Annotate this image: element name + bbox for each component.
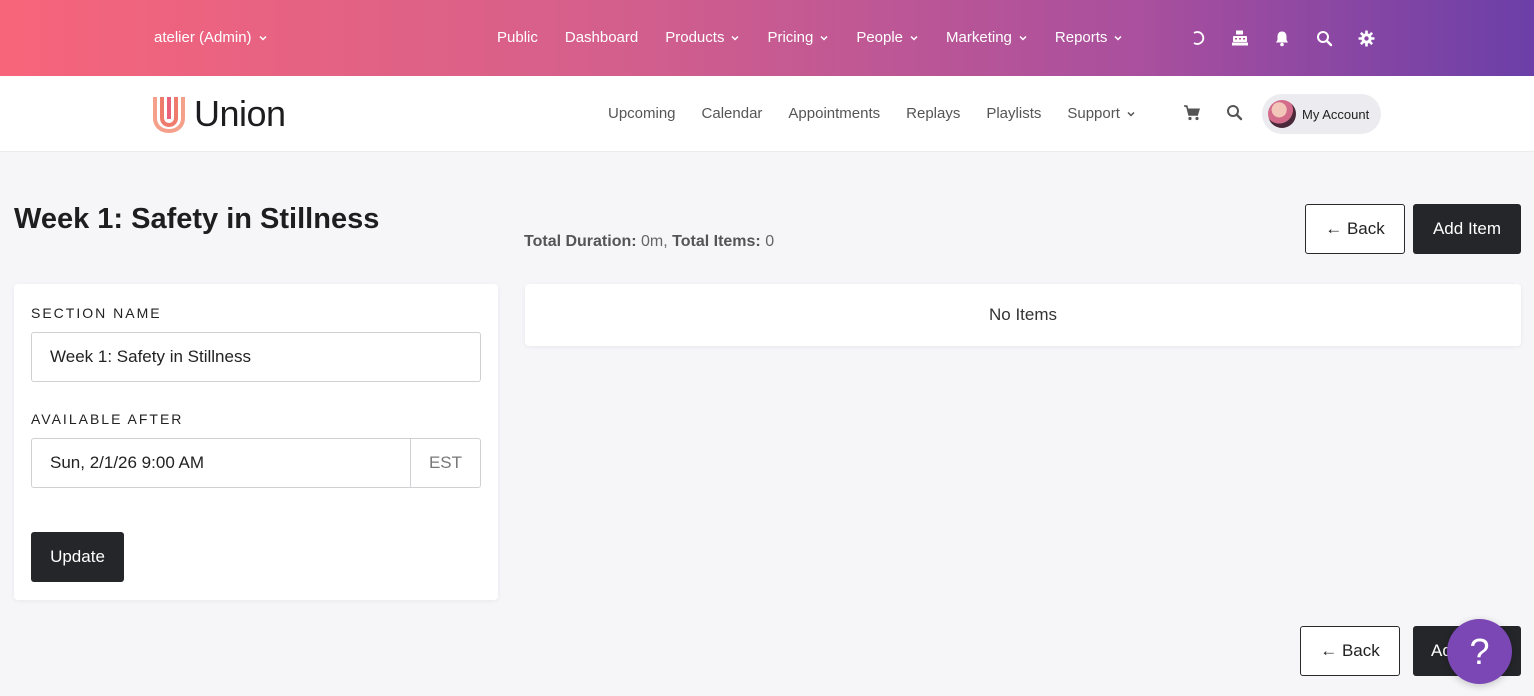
section-settings-card: SECTION NAME AVAILABLE AFTER EST Update <box>14 284 498 600</box>
site-nav-label: Replays <box>906 105 961 122</box>
admin-icon-group <box>1188 28 1398 48</box>
question-mark-icon: ? <box>1469 630 1490 672</box>
add-item-button[interactable]: Add Item <box>1413 204 1521 254</box>
chevron-down-icon <box>731 35 739 41</box>
refresh-icon[interactable] <box>1188 28 1208 48</box>
timezone-addon: EST <box>410 438 481 488</box>
gear-icon[interactable] <box>1356 28 1376 48</box>
site-nav: Upcoming Calendar Appointments Replays P… <box>608 105 1162 122</box>
admin-nav-label: Pricing <box>767 29 814 46</box>
back-button-bottom[interactable]: ← Back <box>1300 626 1400 676</box>
available-after-label: AVAILABLE AFTER <box>31 411 184 427</box>
search-icon[interactable] <box>1226 104 1246 124</box>
site-nav-calendar[interactable]: Calendar <box>702 105 763 122</box>
admin-nav-reports[interactable]: Reports <box>1055 29 1124 46</box>
available-after-input[interactable] <box>31 438 411 488</box>
admin-nav-people[interactable]: People <box>856 29 919 46</box>
admin-nav-label: Dashboard <box>564 29 639 46</box>
site-nav-upcoming[interactable]: Upcoming <box>608 105 676 122</box>
chevron-down-icon <box>259 35 267 41</box>
bell-icon[interactable] <box>1272 28 1292 48</box>
site-nav-playlists[interactable]: Playlists <box>986 105 1041 122</box>
chevron-down-icon <box>1114 35 1122 41</box>
admin-nav-products[interactable]: Products <box>665 29 740 46</box>
my-account-button[interactable]: My Account <box>1262 94 1381 134</box>
cash-register-icon[interactable] <box>1230 28 1250 48</box>
admin-top-bar: atelier (Admin) Public Dashboard Product… <box>0 0 1534 76</box>
total-duration-label: Total Duration: <box>524 233 637 250</box>
total-items-label: Total Items: <box>672 233 761 250</box>
my-account-label: My Account <box>1302 106 1370 122</box>
site-nav-label: Support <box>1067 105 1120 122</box>
site-switcher-label: atelier (Admin) <box>154 29 252 46</box>
site-nav-label: Appointments <box>788 105 881 122</box>
site-nav-label: Upcoming <box>608 105 676 122</box>
items-list-panel: No Items <box>525 284 1521 346</box>
chevron-down-icon <box>820 35 828 41</box>
admin-nav-label: Reports <box>1054 29 1108 46</box>
help-button[interactable]: ? <box>1447 619 1512 684</box>
site-header: Union Upcoming Calendar Appointments Rep… <box>0 76 1534 152</box>
back-button[interactable]: ← Back <box>1305 204 1405 254</box>
site-nav-label: Playlists <box>986 105 1042 122</box>
admin-nav-label: Products <box>665 29 725 46</box>
admin-nav-label: Public <box>497 29 538 46</box>
site-nav-label: Calendar <box>701 105 763 122</box>
total-items-value: 0 <box>760 233 775 250</box>
search-icon[interactable] <box>1314 28 1334 48</box>
admin-nav-dashboard[interactable]: Dashboard <box>565 29 638 46</box>
site-nav-support[interactable]: Support <box>1067 105 1136 122</box>
section-name-input[interactable] <box>31 332 481 382</box>
empty-state-text: No Items <box>988 305 1058 324</box>
site-switcher[interactable]: atelier (Admin) <box>154 29 268 46</box>
update-button[interactable]: Update <box>31 532 124 582</box>
site-nav-appointments[interactable]: Appointments <box>788 105 880 122</box>
admin-nav-pricing[interactable]: Pricing <box>767 29 829 46</box>
union-logo[interactable]: Union <box>152 93 286 135</box>
avatar <box>1268 100 1296 128</box>
section-name-label: SECTION NAME <box>31 305 162 321</box>
union-logo-mark <box>153 97 185 134</box>
admin-nav-label: Marketing <box>946 29 1012 46</box>
logo-text: Union <box>194 93 286 134</box>
admin-nav: Public Dashboard Products Pricing People… <box>497 29 1150 46</box>
chevron-down-icon <box>1127 111 1135 117</box>
admin-nav-marketing[interactable]: Marketing <box>946 29 1028 46</box>
chevron-down-icon <box>910 35 918 41</box>
chevron-down-icon <box>1019 35 1027 41</box>
admin-nav-public[interactable]: Public <box>497 29 538 46</box>
site-nav-replays[interactable]: Replays <box>906 105 960 122</box>
total-duration-value: 0m, <box>636 233 673 250</box>
playlist-totals: Total Duration: 0m, Total Items: 0 <box>524 233 774 251</box>
admin-nav-label: People <box>856 29 904 46</box>
page-title: Week 1: Safety in Stillness <box>14 203 380 235</box>
cart-icon[interactable] <box>1183 104 1203 124</box>
